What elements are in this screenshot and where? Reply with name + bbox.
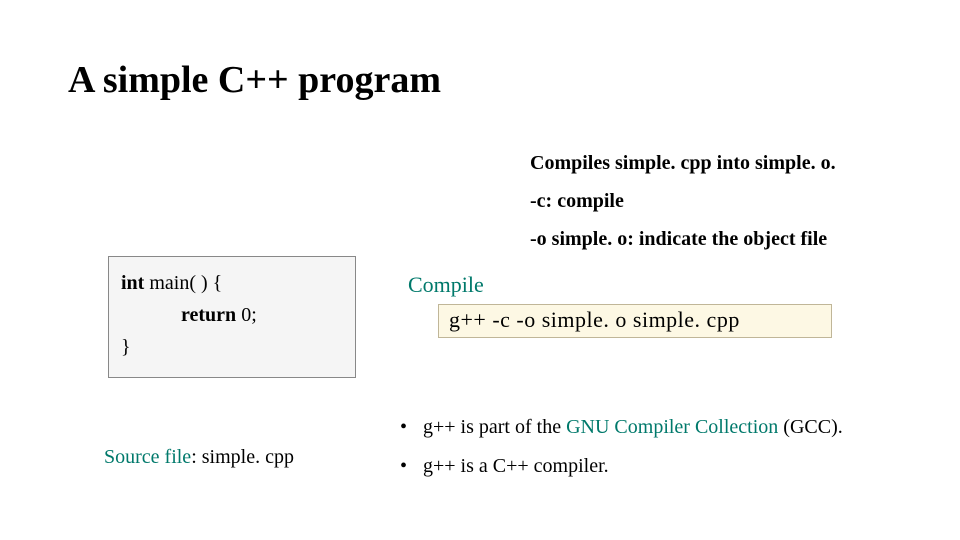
- compile-label: Compile: [408, 272, 484, 298]
- bullet-dot-icon: •: [400, 416, 418, 439]
- code-line-2: return 0;: [121, 299, 343, 331]
- source-prefix: Source file: [104, 446, 191, 468]
- bullet-dot-icon: •: [400, 455, 418, 478]
- annotation-c-flag: -c: compile: [530, 190, 624, 213]
- bullet-item-2: • g++ is a C++ compiler.: [400, 455, 843, 478]
- code-box: int main( ) { return 0; }: [108, 256, 356, 378]
- bullet-text: g++ is part of the: [423, 416, 566, 438]
- annotation-o-flag: -o simple. o: indicate the object file: [530, 228, 827, 251]
- command-box: g++ -c -o simple. o simple. cpp: [438, 304, 832, 338]
- code-text: 0;: [236, 304, 257, 326]
- code-line-3: }: [121, 331, 343, 363]
- code-text: main( ) {: [144, 272, 222, 294]
- gnu-text: GNU Compiler Collection: [566, 416, 778, 438]
- annotation-compiles: Compiles simple. cpp into simple. o.: [530, 152, 836, 175]
- bullet-text: g++ is a C++ compiler.: [423, 455, 609, 477]
- code-keyword-int: int: [121, 272, 144, 294]
- bullet-item-1: • g++ is part of the GNU Compiler Collec…: [400, 416, 843, 439]
- source-file-label: Source file: simple. cpp: [104, 446, 294, 469]
- bullet-text: (GCC).: [778, 416, 842, 438]
- source-rest: : simple. cpp: [191, 446, 294, 468]
- code-keyword-return: return: [181, 304, 236, 326]
- slide-title: A simple C++ program: [68, 58, 441, 102]
- bullet-list: • g++ is part of the GNU Compiler Collec…: [400, 416, 843, 494]
- code-line-1: int main( ) {: [121, 267, 343, 299]
